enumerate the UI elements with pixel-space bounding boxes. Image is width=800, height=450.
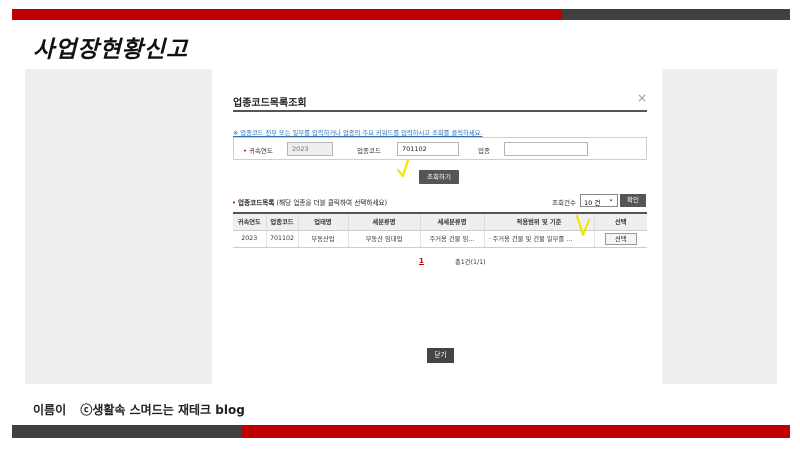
close-button[interactable]: 닫기 xyxy=(427,348,454,363)
bottom-bar-red xyxy=(242,425,790,438)
table-row[interactable]: 2023 701102 부동산업 부동산 임대업 주거용 건물 임… · 주거용… xyxy=(233,230,647,248)
slide-title: 사업장현황신고 xyxy=(33,37,189,63)
count-select[interactable]: 10 건 ⌄ xyxy=(580,194,618,207)
slide: 사업장현황신고 업종코드목록조회 × ※ 업종코드 전부 또는 일부를 입력하거… xyxy=(0,0,800,450)
bottom-bar-dark xyxy=(12,425,242,438)
header-detail-class: 세세분류명 xyxy=(419,212,484,231)
top-bar-dark xyxy=(562,9,790,20)
select-button[interactable]: 선택 xyxy=(604,232,637,245)
list-title: • 업종코드목록 (해당 업종을 더블 클릭하여 선택하세요) xyxy=(232,199,388,207)
required-mark: • xyxy=(243,147,247,155)
industry-code-dialog: 업종코드목록조회 × ※ 업종코드 전부 또는 일부를 입력하거나 업종의 주요… xyxy=(212,69,662,384)
screenshot-panel: 업종코드목록조회 × ※ 업종코드 전부 또는 일부를 입력하거나 업종의 주요… xyxy=(25,69,777,384)
search-form: • 귀속연도 2023 업종코드 701102 업종 xyxy=(233,137,647,160)
footer-brand: ⓒ생활속 스며드는 재테크 blog xyxy=(80,403,245,417)
code-label: 업종코드 xyxy=(357,147,381,155)
page-link-current[interactable]: 1 xyxy=(419,257,424,265)
search-button[interactable]: 조회하기 xyxy=(419,170,459,184)
header-subclass: 세분류명 xyxy=(347,212,420,231)
year-field[interactable]: 2023 xyxy=(287,142,333,156)
dialog-title: 업종코드목록조회 xyxy=(233,98,307,109)
confirm-button[interactable]: 확인 xyxy=(620,194,646,207)
cell-year: 2023 xyxy=(233,230,266,248)
industry-code-field[interactable]: 701102 xyxy=(397,142,459,156)
chevron-down-icon: ⌄ xyxy=(608,195,614,203)
cell-business-type: 부동산업 xyxy=(297,230,348,248)
cell-subclass: 부동산 임대업 xyxy=(347,230,420,248)
page-total: 총1건(1/1) xyxy=(455,259,486,266)
footer: 이름이 ⓒ생활속 스며드는 재테크 blog xyxy=(33,401,245,418)
count-label: 조회건수 xyxy=(552,199,576,207)
year-label: • 귀속연도 xyxy=(243,147,273,155)
top-bar-red xyxy=(12,9,562,20)
cell-select: 선택 xyxy=(593,230,647,248)
industry-label: 업종 xyxy=(478,147,490,155)
header-year: 귀속연도 xyxy=(233,212,266,231)
industry-code-table: 귀속연도 업종코드 업태명 세분류명 세세분류명 적용범위 및 기준 선택 20… xyxy=(233,212,647,248)
list-bullet: • xyxy=(232,199,236,207)
title-divider xyxy=(233,110,647,112)
industry-field[interactable] xyxy=(504,142,588,156)
cell-scope: · 주거용 건물 및 건물 일부를 … xyxy=(483,230,594,248)
footer-name: 이름이 xyxy=(33,403,67,417)
table-header-row: 귀속연도 업종코드 업태명 세분류명 세세분류명 적용범위 및 기준 선택 xyxy=(233,212,647,231)
header-select: 선택 xyxy=(593,212,647,231)
header-scope: 적용범위 및 기준 xyxy=(483,212,594,231)
cell-code: 701102 xyxy=(265,230,298,248)
header-code: 업종코드 xyxy=(265,212,298,231)
search-notice: ※ 업종코드 전부 또는 일부를 입력하거나 업종의 주요 키워드를 입력하시고… xyxy=(233,130,483,137)
header-business-type: 업태명 xyxy=(297,212,348,231)
close-icon[interactable]: × xyxy=(637,91,647,105)
cell-detail-class: 주거용 건물 임… xyxy=(419,230,484,248)
